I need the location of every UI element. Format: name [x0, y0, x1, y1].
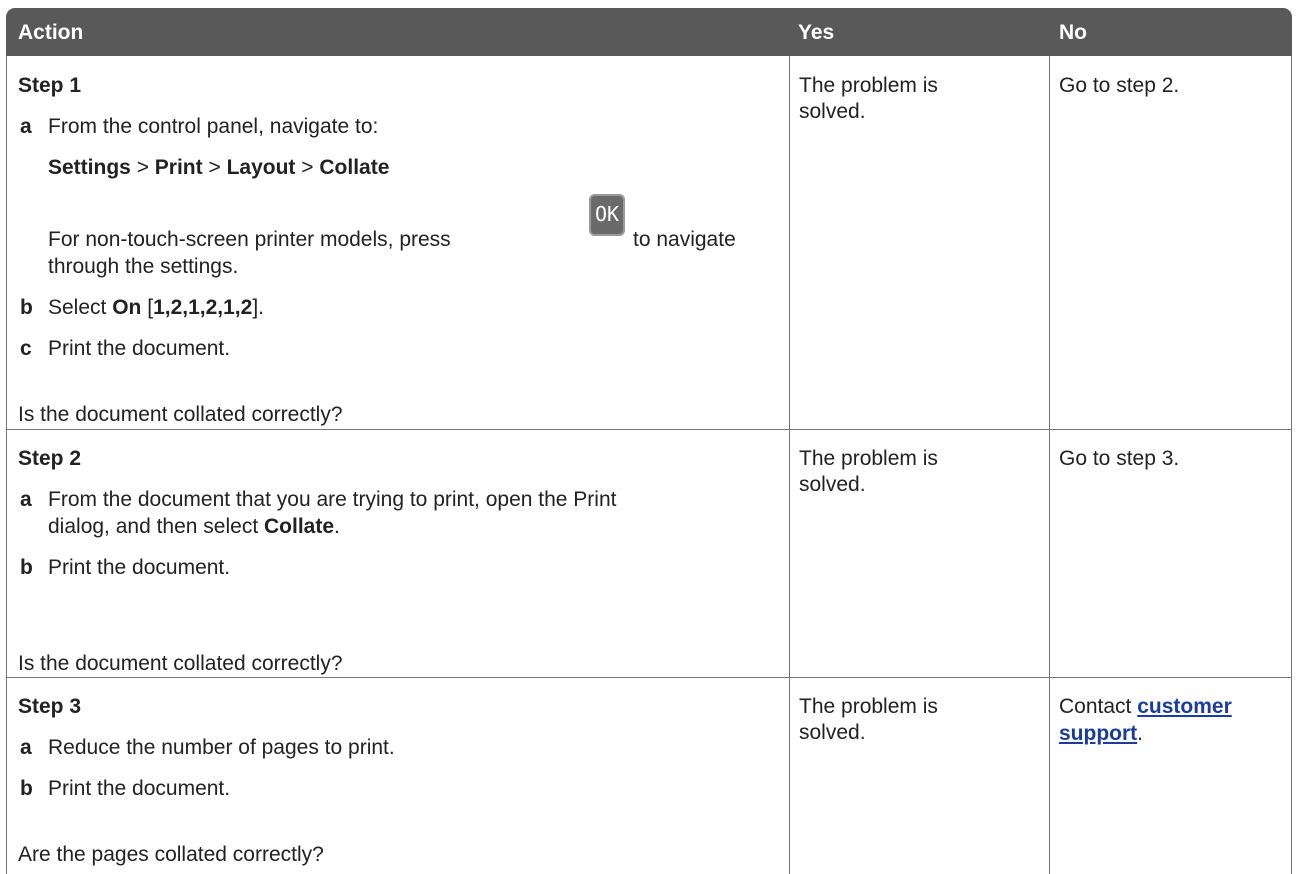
step-letter: a: [20, 115, 32, 138]
step-instruction-line2: dialog, and then select Collate.: [48, 514, 340, 540]
step-letter: a: [20, 488, 32, 511]
step-instruction: Print the document.: [48, 556, 231, 579]
step-instruction: From the document that you are trying to…: [48, 488, 617, 511]
column-divider-no: [1049, 56, 1050, 874]
instruction-prefix: Select: [48, 296, 107, 319]
instruction-option: On: [112, 296, 142, 319]
table-header: Action Yes No: [6, 8, 1292, 56]
header-yes: Yes: [798, 21, 835, 44]
step-instruction: Reduce the number of pages to print.: [48, 736, 395, 759]
step-letter: b: [20, 296, 33, 319]
ok-button-icon: OK: [589, 194, 625, 236]
menu-path-print: Print: [154, 156, 203, 179]
no-cell: Go to step 2.: [1059, 74, 1180, 97]
header-action: Action: [18, 21, 84, 44]
step-title: Step 2: [18, 447, 82, 470]
menu-path-separator: >: [136, 156, 149, 179]
step-instruction: Select On [1,2,1,2,1,2].: [48, 295, 264, 321]
yes-cell: The problem is solved.: [799, 74, 938, 123]
step-letter: b: [20, 556, 33, 579]
row-divider-1: [6, 429, 1292, 430]
column-divider-yes: [789, 56, 790, 874]
step-letter: c: [20, 337, 32, 360]
no-cell: Go to step 3.: [1059, 447, 1180, 470]
note-text-line2: through the settings.: [48, 255, 239, 278]
menu-path-separator: >: [208, 156, 221, 179]
instruction-option: Collate: [264, 515, 335, 538]
step-question: Are the pages collated correctly?: [18, 843, 324, 866]
step-letter: a: [20, 736, 32, 759]
instruction-suffix: .: [334, 515, 340, 538]
step-letter: b: [20, 777, 33, 800]
instruction-bracket: ].: [252, 296, 264, 319]
no-cell-line2: support.: [1059, 721, 1143, 747]
no-cell-suffix: .: [1137, 722, 1143, 745]
menu-path-separator: >: [301, 156, 314, 179]
step-instruction: Print the document.: [48, 777, 231, 800]
menu-path: Settings > Print > Layout > Collate: [48, 155, 389, 181]
menu-path-layout: Layout: [226, 156, 296, 179]
row-divider-2: [6, 677, 1292, 678]
customer-support-link[interactable]: customer: [1137, 695, 1232, 718]
menu-path-settings: Settings: [48, 156, 131, 179]
no-cell-line1: Contact customer: [1059, 694, 1232, 720]
step-question: Is the document collated correctly?: [18, 652, 343, 675]
menu-path-collate: Collate: [319, 156, 390, 179]
note-text-after: to navigate: [633, 228, 736, 251]
customer-support-link-cont[interactable]: support: [1059, 722, 1137, 745]
step-title: Step 1: [18, 74, 82, 97]
step-question: Is the document collated correctly?: [18, 403, 343, 426]
no-cell-prefix: Contact: [1059, 695, 1132, 718]
step-title: Step 3: [18, 695, 82, 718]
yes-cell: The problem is solved.: [799, 447, 938, 496]
note-text: For non-touch-screen printer models, pre…: [48, 228, 451, 251]
instruction-value: 1,2,1,2,1,2: [153, 296, 253, 319]
header-no: No: [1059, 21, 1087, 44]
yes-cell: The problem is solved.: [799, 695, 938, 744]
step-instruction: Print the document.: [48, 337, 231, 360]
table-border-right: [1291, 56, 1292, 874]
table-border-left: [6, 56, 7, 874]
step-instruction: From the control panel, navigate to:: [48, 115, 379, 138]
instruction-prefix: dialog, and then select: [48, 515, 259, 538]
